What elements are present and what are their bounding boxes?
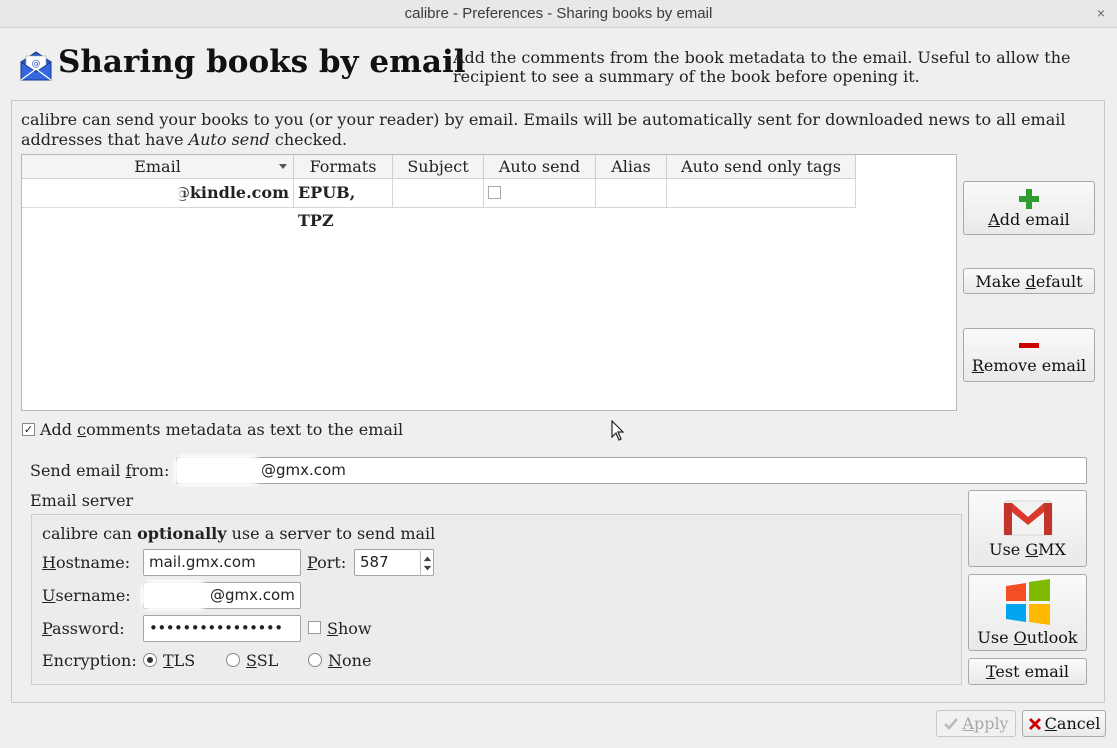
intro-text: calibre can send your books to you (or y… [21,110,1091,150]
table-header: Email Formats Subject Auto send Alias Au… [22,155,856,179]
column-header-alias[interactable]: Alias [596,155,667,179]
ssl-radio[interactable] [226,653,240,667]
x-icon [1028,717,1041,730]
test-email-button[interactable]: Test email [968,658,1087,685]
mouse-cursor-icon [611,420,625,441]
comments-checkbox[interactable]: ✓ [22,423,35,436]
tls-label[interactable]: TLS [163,651,195,670]
auto-send-checkbox[interactable] [488,186,501,199]
page-description: Add the comments from the book metadata … [453,48,1071,86]
page-title: Sharing books by email [58,44,466,80]
cell-alias[interactable] [596,179,667,208]
email-table[interactable]: Email Formats Subject Auto send Alias Au… [21,154,957,411]
redaction-mask [24,182,182,206]
none-radio[interactable] [308,653,322,667]
username-label: Username: [42,586,131,605]
column-header-auto-send-tags[interactable]: Auto send only tags [667,155,856,179]
remove-email-label: Remove email [971,355,1087,375]
column-header-formats[interactable]: Formats [294,155,393,179]
close-icon[interactable]: × [1097,5,1105,21]
intro-italic: Auto send [188,130,270,149]
cell-subject[interactable] [393,179,484,208]
gmail-m-icon [1003,500,1052,536]
use-gmx-button[interactable]: Use GMX [968,490,1087,567]
cell-auto-send[interactable] [484,179,596,208]
test-email-label: Test email [985,662,1070,681]
port-spinner[interactable] [420,551,434,576]
port-label: Port: [307,553,347,572]
make-default-button[interactable]: Make default [963,268,1095,294]
send-from-label: Send email from: [30,461,170,480]
column-header-email[interactable]: Email [22,155,294,179]
sort-down-icon [279,164,287,169]
apply-button[interactable]: Apply [936,710,1016,737]
add-email-label: Add email [988,209,1070,229]
cancel-label: Cancel [1044,714,1101,733]
intro-text-part: calibre can send your books to you (or y… [21,110,1066,149]
password-input[interactable]: •••••••••••••••• [143,615,301,642]
window-title: calibre - Preferences - Sharing books by… [404,5,713,22]
hostname-label: Hostname: [42,553,131,572]
add-email-button[interactable]: Add email [963,181,1095,235]
plus-icon [1019,188,1039,209]
svg-text:@: @ [32,59,41,69]
hostname-input[interactable]: mail.gmx.com [143,549,301,576]
check-icon [944,717,959,730]
none-label[interactable]: None [328,651,371,670]
remove-email-button[interactable]: Remove email [963,328,1095,382]
envelope-at-icon: @ [20,51,52,81]
cell-formats[interactable]: EPUB, TPZ [294,179,393,230]
send-from-input[interactable]: @gmx.com [176,457,1087,484]
use-outlook-label: Use Outlook [977,628,1078,647]
comments-label[interactable]: Add comments metadata as text to the ema… [40,420,403,439]
intro-text-part: checked. [269,130,348,149]
redaction-mask [174,455,260,486]
encryption-label: Encryption: [42,651,137,670]
redaction-mask [141,580,207,611]
spin-down-icon[interactable] [423,565,432,571]
cancel-button[interactable]: Cancel [1022,710,1106,737]
tls-radio[interactable] [143,653,157,667]
column-header-auto-send[interactable]: Auto send [484,155,596,179]
optional-server-text: calibre can optionally use a server to s… [42,524,436,543]
window-titlebar: calibre - Preferences - Sharing books by… [0,0,1117,28]
windows-logo-icon [1005,579,1050,625]
email-server-label: Email server [30,491,134,510]
password-label: Password: [42,619,125,638]
show-password-checkbox[interactable] [308,621,321,634]
spin-up-icon[interactable] [423,556,432,562]
ssl-label[interactable]: SSL [246,651,278,670]
show-password-label[interactable]: Show [327,619,372,638]
minus-icon [1019,342,1039,348]
make-default-label: Make default [975,271,1083,291]
apply-label: Apply [962,714,1009,733]
column-header-subject[interactable]: Subject [393,155,484,179]
use-outlook-button[interactable]: Use Outlook [968,574,1087,651]
use-gmx-label: Use GMX [989,540,1066,559]
cell-tags[interactable] [667,179,856,208]
